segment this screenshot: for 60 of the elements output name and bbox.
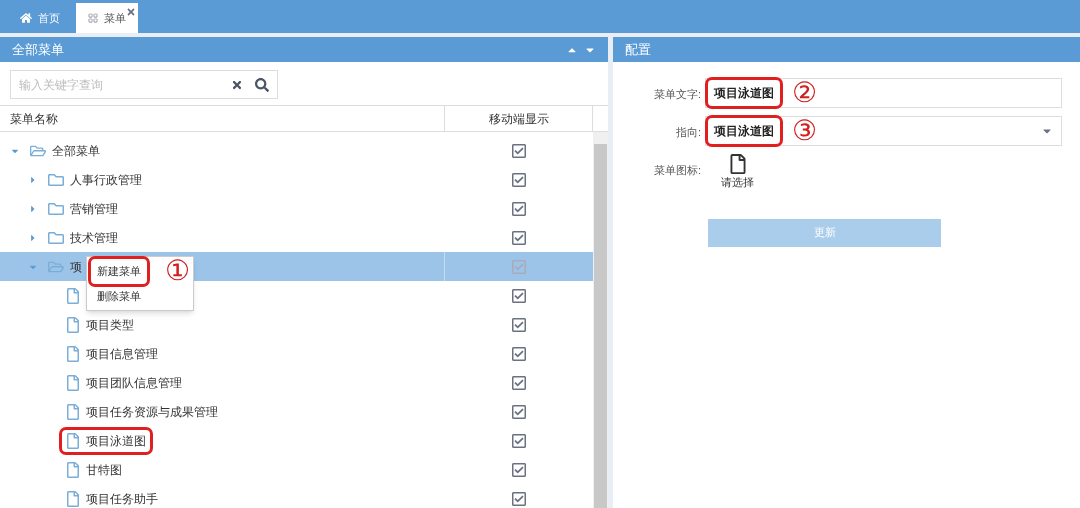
file-icon: [66, 461, 80, 478]
checkbox[interactable]: [511, 258, 527, 275]
home-icon: [20, 12, 32, 24]
search-box[interactable]: 输入关键字查询: [10, 70, 278, 99]
tree-label[interactable]: 人事行政管理: [70, 170, 142, 189]
checkbox[interactable]: [511, 490, 527, 507]
tree-label[interactable]: 项目泳道图: [86, 431, 146, 450]
step-marker: ③: [792, 117, 817, 145]
search-icon[interactable]: [255, 77, 269, 92]
tree-label[interactable]: 项目类型: [86, 315, 134, 334]
tree-label[interactable]: 营销管理: [70, 199, 118, 218]
checkbox[interactable]: [511, 461, 527, 478]
tree-label[interactable]: 技术管理: [70, 228, 118, 247]
checkbox[interactable]: [511, 316, 527, 333]
folder-icon: [48, 229, 64, 246]
field-value: 项目泳道图: [708, 118, 780, 144]
file-icon: [66, 374, 80, 391]
file-icon: [66, 403, 80, 420]
tree-label[interactable]: 项目信息管理: [86, 344, 158, 363]
checkbox[interactable]: [511, 432, 527, 449]
file-icon: [66, 316, 80, 333]
field-value: 项目泳道图: [708, 80, 780, 106]
menu-item[interactable]: 删除菜单: [91, 283, 147, 308]
checkbox[interactable]: [511, 403, 527, 420]
tree-label[interactable]: 项: [70, 257, 82, 276]
file-icon: [66, 490, 80, 507]
checkbox[interactable]: [511, 171, 527, 188]
choose-link[interactable]: 请选择: [721, 174, 754, 191]
checkbox[interactable]: [511, 142, 527, 159]
select-field[interactable]: 项目泳道图 ③: [705, 116, 1062, 146]
step-marker: ②: [792, 79, 817, 107]
checkbox[interactable]: [511, 229, 527, 246]
clear-icon[interactable]: [231, 78, 243, 91]
tree-label[interactable]: 项目团队信息管理: [86, 373, 182, 392]
folder-icon: [48, 171, 64, 188]
checkbox[interactable]: [511, 200, 527, 217]
tree-label[interactable]: 甘特图: [86, 460, 122, 479]
panel-title: 配置: [625, 40, 651, 59]
column-header: 菜单名称: [10, 110, 58, 128]
file-icon: [66, 345, 80, 362]
checkbox[interactable]: [511, 345, 527, 362]
search-input[interactable]: 输入关键字查询: [19, 75, 219, 94]
tab[interactable]: 菜单: [76, 3, 138, 33]
file-icon[interactable]: [729, 154, 746, 174]
scrollbar[interactable]: [593, 132, 608, 508]
input-field[interactable]: 项目泳道图 ②: [705, 78, 1062, 108]
folder-icon: [48, 200, 64, 217]
file-icon: [66, 432, 80, 449]
field-label: 菜单图标:: [652, 163, 702, 178]
column-header: 移动端显示: [488, 110, 549, 128]
field-label: 指向:: [674, 125, 702, 140]
tree-label[interactable]: 项目任务助手: [86, 489, 158, 508]
checkbox[interactable]: [511, 287, 527, 304]
close-icon[interactable]: [126, 7, 136, 17]
panel-title: 全部菜单: [12, 40, 64, 59]
tree-label[interactable]: 项目任务资源与成果管理: [86, 402, 218, 421]
tree-label[interactable]: 全部菜单: [52, 141, 100, 160]
checkbox[interactable]: [511, 374, 527, 391]
menu-item[interactable]: 新建菜单: [91, 259, 147, 284]
field-label: 菜单文字:: [652, 87, 702, 102]
